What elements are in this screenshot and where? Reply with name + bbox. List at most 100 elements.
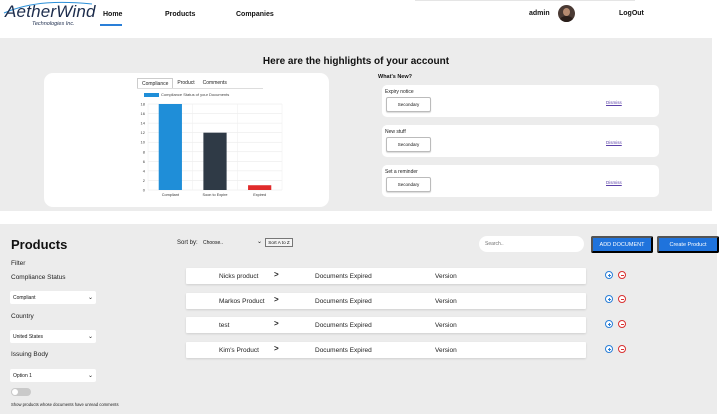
unread-comments-toggle[interactable] xyxy=(11,388,31,396)
bar xyxy=(203,132,227,190)
nav-products[interactable]: Products xyxy=(165,11,195,18)
bar xyxy=(248,185,272,190)
product-name: Nicks product xyxy=(219,273,259,280)
y-tick-label: 6 xyxy=(143,159,146,164)
product-row[interactable]: Kim's Product > Documents Expired Versio… xyxy=(186,342,586,358)
header-divider xyxy=(415,0,635,1)
whats-new-title: What's New? xyxy=(378,74,413,80)
country-select[interactable]: United States ⌄ xyxy=(10,330,96,343)
create-product-button[interactable]: Create Product xyxy=(657,236,719,253)
sort-value: Choose.. xyxy=(203,239,224,246)
compliance-status-select[interactable]: Compliant ⌄ xyxy=(10,291,96,304)
compliance-bar-chart: 0 2 4 6 8 10 12 14 16 18 Compliant Soon to Expire Ex… xyxy=(141,102,283,197)
chevron-down-icon: ⌄ xyxy=(256,239,262,245)
news-label: Set a reminder xyxy=(385,169,418,175)
y-tick-label: 16 xyxy=(141,111,146,116)
brand-logo[interactable]: AetherWind xyxy=(5,2,96,22)
product-name: test xyxy=(219,322,230,329)
plus-icon[interactable] xyxy=(605,320,613,328)
tab-divider xyxy=(137,88,263,89)
compliance-status-value: Compliant xyxy=(13,294,36,301)
product-status: Documents Expired xyxy=(315,322,372,329)
brand-subtitle: Technologies Inc. xyxy=(32,21,75,27)
chart-legend: Compliance Status of your Documents xyxy=(144,92,229,97)
y-tick-label: 12 xyxy=(141,130,146,135)
highlights-title: Here are the highlights of your account xyxy=(262,56,450,67)
plus-icon[interactable] xyxy=(605,295,613,303)
avatar[interactable] xyxy=(558,5,575,22)
legend-label: Compliance Status of your Documents xyxy=(161,92,230,97)
product-name: Kim's Product xyxy=(219,347,259,354)
minus-icon[interactable] xyxy=(618,320,626,328)
add-document-button[interactable]: ADD DOCUMENT xyxy=(591,236,653,253)
bar xyxy=(158,104,182,190)
highlights-section: Here are the highlights of your account … xyxy=(0,38,712,211)
product-version: Version xyxy=(435,298,457,305)
y-tick-label: 14 xyxy=(141,121,146,126)
toggle-knob xyxy=(12,389,18,395)
product-row[interactable]: Markos Product > Documents Expired Versi… xyxy=(186,293,586,309)
product-version: Version xyxy=(435,273,457,280)
news-card: Expiry notice Secondary Dismiss xyxy=(382,85,659,117)
sort-select[interactable]: Choose.. ⌄ xyxy=(201,237,263,248)
dismiss-link[interactable]: Dismiss xyxy=(606,140,622,145)
news-card: New stuff Secondary Dismiss xyxy=(382,125,659,157)
news-label: Expiry notice xyxy=(385,89,414,95)
nav-home[interactable]: Home xyxy=(103,11,122,18)
y-tick-label: 4 xyxy=(143,168,146,173)
product-version: Version xyxy=(435,347,457,354)
legend-swatch xyxy=(144,92,159,97)
plus-icon[interactable] xyxy=(605,345,613,353)
nav-active-indicator xyxy=(100,24,122,26)
toggle-label: Show products whose documents have unrea… xyxy=(11,402,119,407)
chevron-down-icon: ⌄ xyxy=(87,295,93,301)
sort-az-button[interactable]: Sort A to Z xyxy=(265,238,293,247)
search-input[interactable] xyxy=(479,236,584,252)
product-name: Markos Product xyxy=(219,298,265,305)
product-row[interactable]: Nicks product > Documents Expired Versio… xyxy=(186,268,586,284)
chevron-right-icon[interactable]: > xyxy=(274,344,279,353)
news-card: Set a reminder Secondary Dismiss xyxy=(382,165,659,197)
product-version: Version xyxy=(435,322,457,329)
country-label: Country xyxy=(11,313,34,320)
product-status: Documents Expired xyxy=(315,298,372,305)
username: admin xyxy=(529,10,550,17)
filter-heading: Filter xyxy=(11,260,26,267)
chevron-down-icon: ⌄ xyxy=(87,373,93,379)
secondary-button[interactable]: Secondary xyxy=(386,137,431,152)
dismiss-link[interactable]: Dismiss xyxy=(606,180,622,185)
country-value: United States xyxy=(13,333,44,340)
issuing-body-label: Issuing Body xyxy=(11,351,49,358)
minus-icon[interactable] xyxy=(618,271,626,279)
secondary-button[interactable]: Secondary xyxy=(386,97,431,112)
chevron-right-icon[interactable]: > xyxy=(274,319,279,328)
products-section: Products Filter Compliance Status Compli… xyxy=(0,224,719,414)
news-label: New stuff xyxy=(385,129,406,135)
top-navbar: AetherWind Technologies Inc. Home Produc… xyxy=(0,0,721,36)
product-row[interactable]: test > Documents Expired Version xyxy=(186,317,586,333)
y-tick-label: 0 xyxy=(143,188,146,193)
sort-label: Sort by: xyxy=(177,240,198,246)
compliance-status-label: Compliance Status xyxy=(11,274,66,281)
nav-companies[interactable]: Companies xyxy=(236,11,274,18)
minus-icon[interactable] xyxy=(618,345,626,353)
y-tick-label: 2 xyxy=(143,178,146,183)
chevron-right-icon[interactable]: > xyxy=(274,270,279,279)
y-tick-label: 8 xyxy=(143,149,146,154)
product-status: Documents Expired xyxy=(315,347,372,354)
plus-icon[interactable] xyxy=(605,271,613,279)
secondary-button[interactable]: Secondary xyxy=(386,177,431,192)
product-status: Documents Expired xyxy=(315,273,372,280)
minus-icon[interactable] xyxy=(618,295,626,303)
chart-card: Compliance Product Comments Compliance S… xyxy=(44,73,329,207)
logout-link[interactable]: LogOut xyxy=(619,10,644,17)
y-tick-label: 18 xyxy=(141,102,146,107)
dismiss-link[interactable]: Dismiss xyxy=(606,100,622,105)
issuing-body-select[interactable]: Option 1 ⌄ xyxy=(10,369,96,382)
x-tick-label: Expired xyxy=(253,193,266,197)
chevron-right-icon[interactable]: > xyxy=(274,295,279,304)
page-title: Products xyxy=(11,237,68,252)
y-tick-label: 10 xyxy=(141,140,146,145)
issuing-body-value: Option 1 xyxy=(13,372,32,379)
chevron-down-icon: ⌄ xyxy=(87,334,93,340)
